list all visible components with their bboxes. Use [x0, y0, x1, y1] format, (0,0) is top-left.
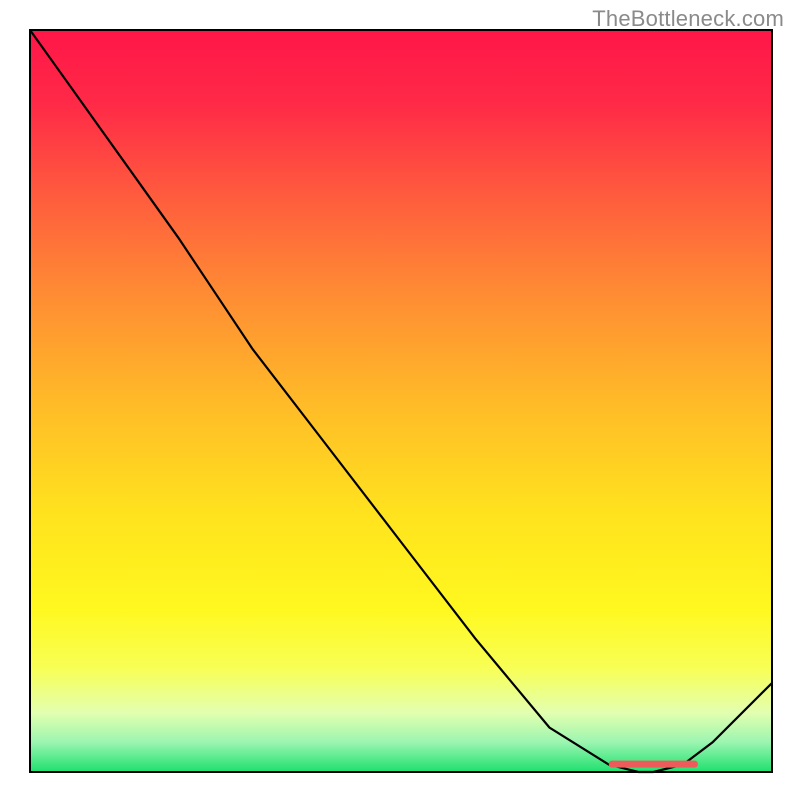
chart-container: TheBottleneck.com	[0, 0, 800, 800]
optimum-marker	[609, 761, 698, 768]
plot-background	[30, 30, 772, 772]
watermark-text: TheBottleneck.com	[592, 6, 784, 32]
chart-plot	[0, 0, 800, 800]
